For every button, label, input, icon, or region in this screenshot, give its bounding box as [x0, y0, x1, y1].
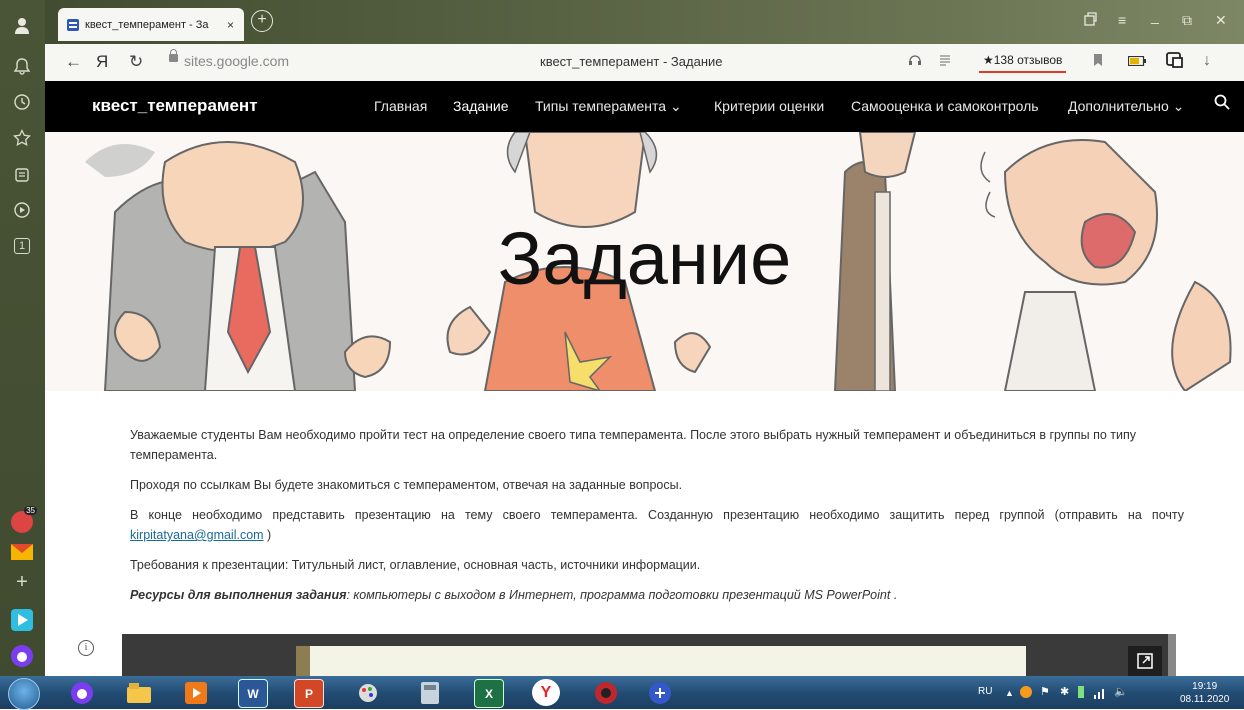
reviews-label: ★138 отзывов: [983, 53, 1063, 67]
bookmarks-star-icon[interactable]: [8, 124, 36, 152]
embedded-document-preview[interactable]: [296, 646, 1026, 676]
media-play-icon[interactable]: [8, 196, 36, 224]
presentation-text: В конце необходимо представить презентац…: [130, 508, 1184, 522]
add-label: +: [16, 570, 28, 593]
site-header: квест_темперамент Главная Задание Типы т…: [45, 81, 1244, 132]
site-name[interactable]: квест_темперамент: [92, 96, 258, 116]
file-explorer-icon[interactable]: [125, 679, 153, 706]
notifications-bell-icon[interactable]: [8, 52, 36, 80]
minimize-button[interactable]: _: [1151, 8, 1159, 24]
download-button[interactable]: ↓: [1203, 52, 1211, 70]
red-app-icon[interactable]: [592, 679, 620, 706]
start-button[interactable]: [8, 678, 40, 710]
embedded-presentation: [122, 634, 1176, 676]
paragraph-intro: Уважаемые студенты Вам необходимо пройти…: [130, 428, 1137, 462]
badge-count: 35: [24, 506, 37, 515]
clock-time: 19:19: [1192, 681, 1218, 692]
back-button[interactable]: ←: [65, 52, 82, 72]
close-window-button[interactable]: ✕: [1215, 12, 1227, 29]
paragraph-presentation: В конце необходимо представить презентац…: [130, 505, 1184, 545]
blue-app-icon[interactable]: [646, 679, 674, 706]
lock-icon: [169, 49, 178, 62]
new-tab-button[interactable]: +: [251, 10, 273, 32]
presentation-text-end: ): [263, 528, 272, 542]
restore-button[interactable]: ⧉: [1182, 12, 1192, 29]
tab-strip: квест_темперамент - За × + ≡ _ ⧉ ✕: [45, 0, 1244, 44]
excel-icon[interactable]: X: [474, 679, 504, 708]
battery-icon[interactable]: [1127, 53, 1146, 69]
tabs-count-icon[interactable]: 1: [8, 232, 36, 260]
tabs-menu-icon[interactable]: [1083, 12, 1097, 29]
page-content: Уважаемые студенты Вам необходимо пройти…: [130, 425, 1184, 615]
menu-button[interactable]: ≡: [1118, 12, 1126, 28]
power-icon[interactable]: [1078, 686, 1084, 698]
calculator-icon[interactable]: [416, 679, 444, 706]
tray-app-icon[interactable]: [1020, 686, 1032, 698]
resources-label: Ресурсы для выполнения задания: [130, 588, 347, 602]
tab-title: квест_темперамент - За: [85, 18, 209, 31]
browser-tab[interactable]: квест_темперамент - За ×: [58, 8, 244, 41]
email-link[interactable]: kirpitatyana@gmail.com: [130, 528, 264, 542]
embed-scrollbar[interactable]: [1168, 634, 1176, 676]
tray-expand-icon[interactable]: ▲: [1005, 688, 1014, 698]
tabs-count-label: 1: [14, 238, 30, 254]
mail-icon[interactable]: [8, 538, 36, 566]
bluetooth-icon[interactable]: ✱: [1060, 685, 1069, 698]
search-icon[interactable]: [1214, 94, 1230, 115]
add-panel-icon[interactable]: +: [8, 568, 36, 596]
word-icon[interactable]: W: [238, 679, 268, 708]
address-bar: ← Я ↻ sites.google.com квест_темперамент…: [45, 44, 1244, 82]
nav-item-home[interactable]: Главная: [374, 98, 427, 114]
volume-icon[interactable]: 🔈: [1114, 685, 1128, 698]
paragraph-requirements: Требования к презентации: Титульный лист…: [130, 558, 701, 572]
page-title-in-address-bar: квест_темперамент - Задание: [540, 54, 723, 69]
media-player-icon[interactable]: [182, 679, 210, 706]
bookmark-icon[interactable]: [1093, 53, 1103, 69]
url-field[interactable]: sites.google.com: [184, 53, 289, 69]
paint-icon[interactable]: [354, 679, 382, 706]
clock[interactable]: 19:19 08.11.2020: [1180, 680, 1229, 706]
tab-close-button[interactable]: ×: [227, 18, 234, 32]
browser-side-panel: 1 35 +: [0, 0, 45, 709]
paragraph-resources: Ресурсы для выполнения задания: компьюте…: [130, 585, 1184, 605]
headphones-icon[interactable]: [908, 53, 922, 69]
google-sites-favicon-icon: [67, 18, 79, 31]
info-icon[interactable]: i: [78, 640, 94, 656]
reader-mode-icon[interactable]: [938, 53, 952, 69]
resources-text: : компьютеры с выходом в Интернет, прогр…: [346, 588, 898, 602]
nav-item-criteria[interactable]: Критерии оценки: [714, 98, 824, 114]
yandex-browser-icon[interactable]: Y: [532, 679, 560, 706]
nav-item-task[interactable]: Задание: [453, 98, 509, 114]
network-signal-icon[interactable]: [1094, 686, 1108, 704]
action-center-flag-icon[interactable]: ⚑: [1040, 685, 1050, 698]
reload-button[interactable]: ↻: [129, 52, 143, 72]
clock-date: 08.11.2020: [1180, 694, 1230, 705]
messenger-icon[interactable]: [8, 606, 36, 634]
alice-badge-icon[interactable]: 35: [8, 506, 37, 536]
alice-taskbar-icon[interactable]: [68, 679, 96, 706]
banner: Задание: [45, 132, 1244, 391]
history-clock-icon[interactable]: [8, 88, 36, 116]
alice-icon[interactable]: [8, 642, 36, 670]
profile-icon[interactable]: [8, 12, 36, 40]
extension-icon[interactable]: [1165, 50, 1185, 73]
nav-item-temperament-types[interactable]: Типы темперамента ⌄: [535, 98, 682, 115]
reviews-badge[interactable]: ★138 отзывов: [979, 49, 1067, 73]
paragraph-links: Проходя по ссылкам Вы будете знакомиться…: [130, 478, 683, 492]
taskbar: W P X Y RU ▲ ⚑ ✱ 🔈 19:19 08.11.2020: [0, 676, 1244, 710]
nav-item-self-assessment[interactable]: Самооценка и самоконтроль: [851, 98, 1039, 114]
language-indicator[interactable]: RU: [978, 686, 992, 697]
collections-icon[interactable]: [8, 160, 36, 188]
banner-title: Задание: [497, 217, 792, 300]
yandex-button[interactable]: Я: [96, 52, 108, 72]
powerpoint-icon[interactable]: P: [294, 679, 324, 708]
nav-item-additional[interactable]: Дополнительно ⌄: [1068, 98, 1184, 115]
open-in-new-window-icon[interactable]: [1128, 646, 1162, 676]
